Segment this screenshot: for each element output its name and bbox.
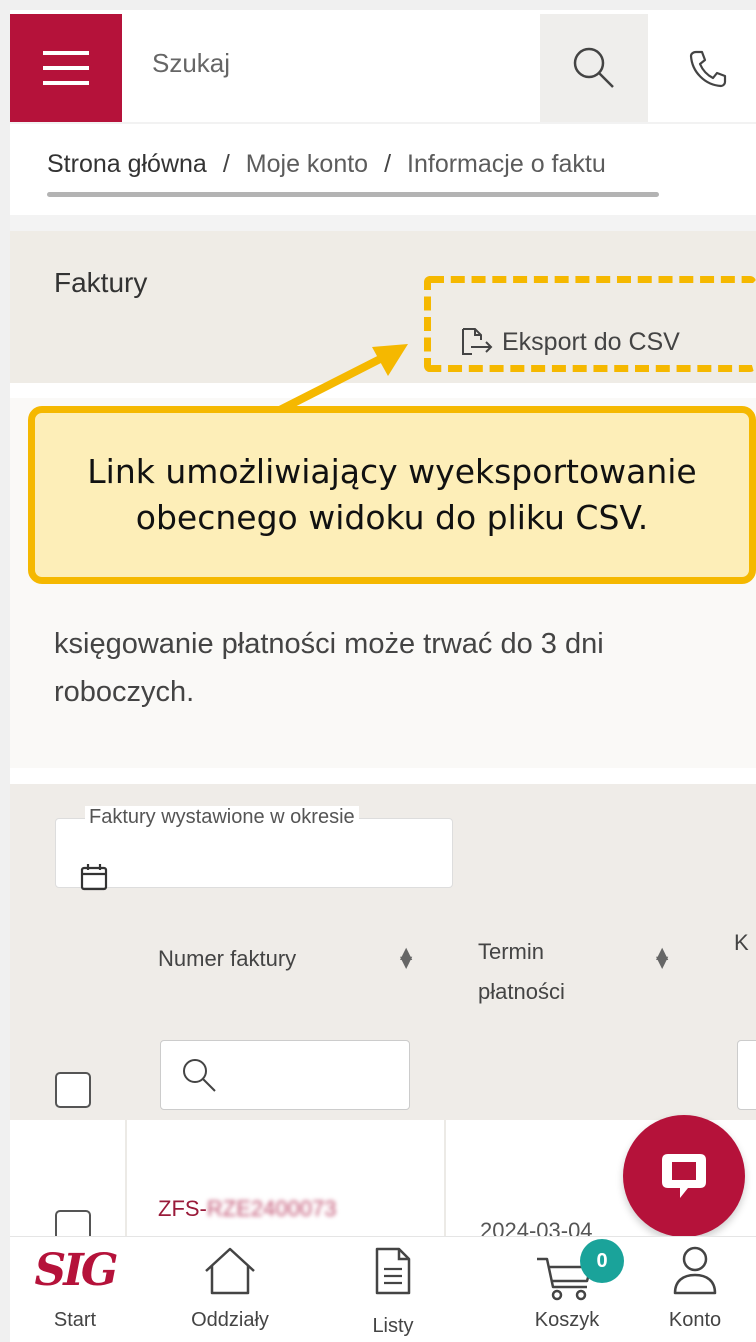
user-icon <box>673 1246 717 1295</box>
sort-icon[interactable]: ▲ ▼ <box>400 945 412 970</box>
home-icon <box>205 1247 255 1295</box>
invoice-number-link[interactable]: ZFS-RZE2400073 <box>158 1196 337 1222</box>
nav-label: Listy <box>372 1315 414 1337</box>
column-header-due-date[interactable]: Termin płatności <box>478 932 598 1012</box>
chat-button[interactable] <box>623 1115 745 1237</box>
nav-account[interactable]: Konto <box>630 1237 756 1342</box>
nav-lists[interactable]: Listy <box>328 1237 458 1342</box>
column-header-truncated[interactable]: K <box>734 930 749 956</box>
nav-label: Konto <box>668 1309 722 1331</box>
invoice-prefix: ZFS- <box>158 1196 207 1221</box>
sort-icon[interactable]: ▲ ▼ <box>656 945 668 970</box>
nav-start[interactable]: SIG Start <box>10 1237 140 1342</box>
tutorial-callout: Link umożliwiający wyeksportowanie obecn… <box>28 406 756 584</box>
app-frame: Szukaj Strona główna / Moje konto / Informac… <box>10 10 756 1342</box>
search-icon <box>183 1059 216 1092</box>
nav-label: Start <box>53 1309 97 1331</box>
invoice-number-redacted: RZE2400073 <box>206 1196 337 1221</box>
document-icon <box>375 1247 411 1295</box>
invoice-table-header: Faktury wystawione w okresie Numer faktu… <box>10 784 756 1120</box>
cell-divider <box>444 1120 446 1248</box>
column-header-invoice-number[interactable]: Numer faktury <box>158 946 296 972</box>
period-field-label: Faktury wystawione w okresie <box>85 806 359 829</box>
chat-icon <box>662 1154 706 1198</box>
cell-divider <box>125 1120 127 1248</box>
sig-logo: SIG <box>34 1245 119 1296</box>
nav-label: Koszyk <box>534 1309 600 1331</box>
callout-arrow <box>270 344 408 418</box>
notice-text: księgowanie płatności może trwać do 3 dn… <box>54 628 604 708</box>
calendar-icon[interactable] <box>80 863 108 895</box>
bottom-nav: SIG Start Oddziały Listy 0 Koszyk Konto <box>10 1236 756 1342</box>
invoice-number-filter[interactable] <box>160 1040 410 1110</box>
next-column-filter[interactable] <box>737 1040 756 1110</box>
nav-branches[interactable]: Oddziały <box>165 1237 295 1342</box>
nav-cart[interactable]: 0 Koszyk <box>502 1237 632 1342</box>
cart-count-badge: 0 <box>580 1239 624 1283</box>
nav-label: Oddziały <box>191 1309 269 1331</box>
select-all-checkbox[interactable] <box>55 1072 91 1108</box>
